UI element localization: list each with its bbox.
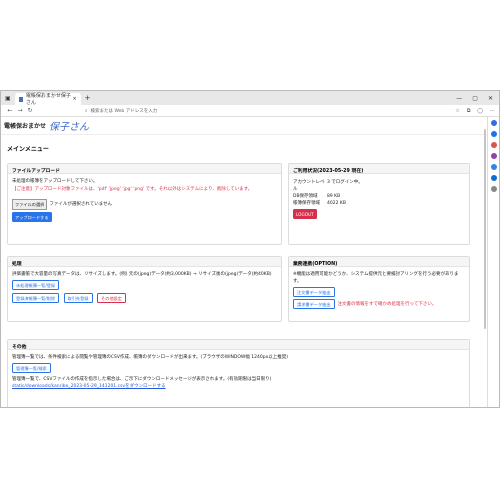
- invoice-extract-button[interactable]: 請求書データ抽出: [293, 299, 335, 309]
- status-card-title: ご利用状況(2023-05-29 現在): [289, 164, 469, 174]
- tab-title: 電帳保おまかせ保子さん: [25, 93, 71, 106]
- app-name: 電帳保おまかせ: [4, 123, 47, 130]
- upload-card-title: ファイルアップロード: [8, 164, 281, 174]
- upload-card: ファイルアップロード 未処理の帳簿をアップロードして下さい。 【ご注意】アップロ…: [7, 163, 282, 245]
- status-card: ご利用状況(2023-05-29 現在) アカウントレベル 3 でログイン中。 D…: [288, 163, 470, 245]
- new-tab-button[interactable]: +: [85, 94, 91, 102]
- upload-instruction: 未処理の帳簿をアップロードして下さい。: [12, 179, 98, 184]
- bing-icon[interactable]: [490, 120, 497, 126]
- processing-description: 評価書帳で大容量の写真データは、リサイズします。(例) 元の(jpeg)データ(…: [12, 272, 272, 277]
- forward-icon[interactable]: →: [15, 107, 25, 114]
- other-card-title: その他: [8, 340, 469, 350]
- edge-sidebar: [487, 117, 499, 407]
- tab-bar: ▣ 電帳保おまかせ保子さん × + — ▢ ✕: [1, 91, 499, 106]
- status-row: アカウントレベル 3 でログイン中。: [293, 180, 363, 192]
- profile-icon[interactable]: ◯: [477, 108, 483, 114]
- status-row: DB保存領域 89 KB: [293, 194, 341, 199]
- unprocessed-list-button[interactable]: 未処理帳簿一覧/登録: [12, 280, 60, 290]
- scroll-thumb[interactable]: [484, 129, 486, 329]
- download-link[interactable]: static/downloads/kanribo_2023-05-29_1412…: [12, 383, 465, 390]
- processing-card-title: 処理: [8, 257, 281, 267]
- address-bar: ← → ↻ ⌕ 検索または Web アドレスを入力 ☆ ⧉ ◯ ⋯: [1, 105, 499, 117]
- tab-actions-icon[interactable]: ▣: [5, 95, 11, 102]
- refresh-icon[interactable]: ↻: [25, 107, 35, 114]
- logo-script: 保子さん: [49, 122, 90, 133]
- url-input[interactable]: ⌕ 検索または Web アドレスを入力: [85, 106, 265, 115]
- add-sidebar-icon[interactable]: [490, 186, 497, 192]
- url-placeholder: 検索または Web アドレスを入力: [90, 108, 158, 114]
- more-icon[interactable]: ⋯: [490, 108, 495, 114]
- shopping-icon[interactable]: [490, 142, 497, 148]
- business-card-title: 業務連携(OPTION): [289, 257, 469, 267]
- status-row: 帳簿保存領域 4022 KB: [293, 201, 346, 206]
- browser-window: ▣ 電帳保おまかせ保子さん × + — ▢ ✕ ← → ↻ ⌕ 検索または We…: [0, 90, 500, 408]
- favorites-icon[interactable]: ☆: [455, 108, 459, 114]
- games-icon[interactable]: [490, 164, 497, 170]
- business-card: 業務連携(OPTION) ※機能は適用可能かどうか、システム提供元と要検討アリン…: [288, 256, 470, 322]
- minimize-button[interactable]: —: [456, 95, 462, 102]
- browser-tab[interactable]: 電帳保おまかせ保子さん ×: [14, 93, 81, 106]
- registered-list-button[interactable]: 登録済帳簿一覧/削除: [12, 293, 60, 303]
- processing-card: 処理 評価書帳で大容量の写真データは、リサイズします。(例) 元の(jpeg)デ…: [7, 256, 282, 322]
- csv-description: 管理簿一覧で、CSVファイルの作成を指示した場合は、ご示下にダウンロードメッセー…: [12, 377, 272, 382]
- maximize-button[interactable]: ▢: [472, 95, 478, 102]
- upload-notice: 【ご注意】アップロード対象ファイルは、'pdf' 'jpeg' 'jpg' 'p…: [12, 187, 253, 192]
- back-icon[interactable]: ←: [5, 107, 15, 114]
- business-description: ※機能は適用可能かどうか、システム提供元と要検討アリングを行う必要があります。: [293, 272, 459, 284]
- favicon-icon: [18, 96, 23, 102]
- file-input[interactable]: ファイルの選択 ファイルが選択されていません: [12, 199, 277, 210]
- business-note: 注文書の情報をすで確かめ処理を行って下さい。: [337, 301, 437, 307]
- search-sidebar-icon[interactable]: [490, 131, 497, 137]
- customer-register-button[interactable]: 取引先登録: [63, 293, 93, 303]
- page-content: 電帳保おまかせ 保子さん メインメニュー ファイルアップロード 未処理の帳簿をア…: [1, 117, 487, 407]
- logout-button[interactable]: LOGOUT: [293, 209, 317, 219]
- other-description: 管理簿一覧では、条件検索による閲覧や管理簿のCSV作成、帳簿のダウンロードが出来…: [12, 355, 289, 360]
- tab-close-icon[interactable]: ×: [72, 96, 76, 102]
- choose-file-button[interactable]: ファイルの選択: [12, 199, 48, 210]
- tools-icon[interactable]: [490, 153, 497, 159]
- page-title: メインメニュー: [7, 146, 49, 153]
- collections-icon[interactable]: ⧉: [467, 108, 471, 114]
- site-header: 電帳保おまかせ 保子さん: [1, 117, 487, 135]
- file-status: ファイルが選択されていません: [49, 202, 113, 207]
- ledger-list-button[interactable]: 管理簿一覧/検索: [12, 363, 51, 373]
- close-window-button[interactable]: ✕: [488, 95, 493, 102]
- other-settings-button[interactable]: その他設定: [96, 293, 126, 303]
- outlook-icon[interactable]: [490, 175, 497, 181]
- other-card: その他 管理簿一覧では、条件検索による閲覧や管理簿のCSV作成、帳簿のダウンロー…: [7, 339, 470, 407]
- order-extract-button[interactable]: 注文書データ抽出: [293, 287, 335, 297]
- search-icon: ⌕: [85, 108, 88, 114]
- upload-button[interactable]: アップロードする: [12, 212, 52, 222]
